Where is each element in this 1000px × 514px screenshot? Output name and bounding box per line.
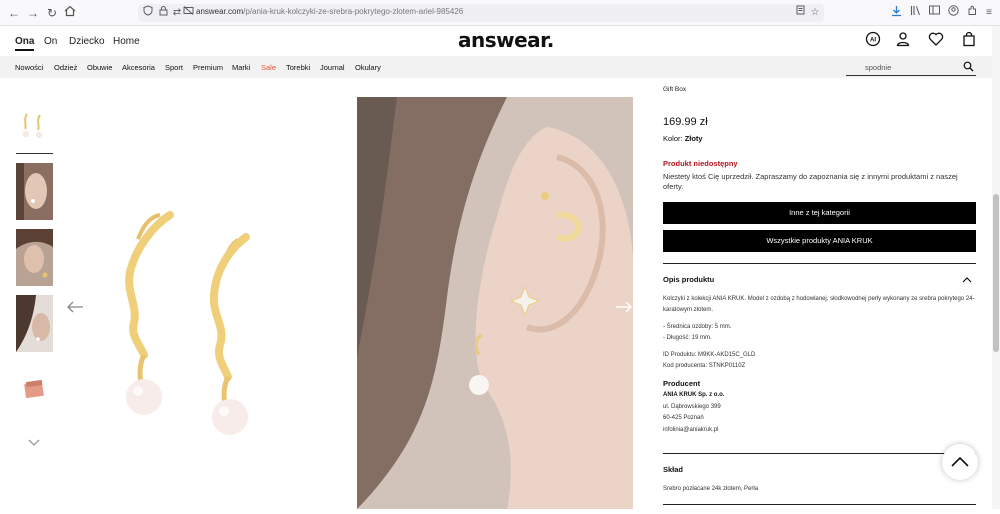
browser-toolbar: ← → ↻ ⇄ answear.com/p/ania-kruk-kolczyki… (0, 0, 1000, 26)
url-text: answear.com/p/ania-kruk-kolczyki-ze-sreb… (196, 7, 463, 16)
thumbnail-1[interactable] (16, 97, 53, 154)
lock-icon[interactable] (157, 5, 169, 21)
category-odziez[interactable]: Odzież (54, 63, 77, 72)
category-premium[interactable]: Premium (193, 63, 223, 72)
producer-city: 60-425 Poznań (663, 415, 704, 421)
gallery-next-arrow-icon[interactable] (615, 300, 633, 314)
scrollbar-thumb[interactable] (993, 194, 999, 352)
download-icon[interactable] (888, 5, 904, 21)
producer-title: Producent (663, 379, 701, 388)
description-spec-diameter: - Średnica ozdoby: 5 mm. (663, 324, 732, 330)
unavailable-title: Produkt niedostępny (663, 159, 738, 168)
gift-box-label: Gift Box (663, 86, 687, 93)
color-label: Kolor: (663, 134, 683, 143)
account-icon[interactable] (895, 31, 911, 47)
product-main-image[interactable] (67, 97, 356, 509)
composition-section-title[interactable]: Skład (663, 465, 683, 474)
site-header: Ona On Dziecko Home answear. AI (0, 26, 992, 56)
cart-bag-icon[interactable] (961, 31, 977, 47)
description-spec-length: - Długość: 19 mm. (663, 335, 712, 341)
url-path: /p/ania-kruk-kolczyki-ze-srebra-pokryteg… (243, 7, 464, 16)
thumbnail-2[interactable] (16, 163, 53, 220)
category-obuwie[interactable]: Obuwie (87, 63, 112, 72)
page-scrollbar[interactable] (992, 26, 1000, 509)
product-model-image[interactable] (357, 97, 633, 509)
address-bar[interactable]: ⇄ answear.com/p/ania-kruk-kolczyki-ze-sr… (138, 4, 824, 22)
camera-blocked-icon[interactable] (182, 5, 194, 21)
sidebar-icon[interactable] (926, 5, 942, 21)
thumbnail-5[interactable] (16, 361, 53, 418)
product-id: ID Produktu: M9KK-AKD15C_GLD (663, 352, 756, 358)
category-nowosci[interactable]: Nowości (15, 63, 43, 72)
category-journal[interactable]: Journal (320, 63, 345, 72)
search-placeholder: spodnie (865, 63, 892, 72)
library-icon[interactable] (907, 5, 923, 21)
tab-dziecko[interactable]: Dziecko (69, 36, 105, 47)
all-brand-products-button[interactable]: Wszystkie produkty ANIA KRUK (663, 230, 976, 252)
search-input[interactable]: spodnie (846, 59, 976, 76)
category-akcesoria[interactable]: Akcesoria (122, 63, 155, 72)
search-icon[interactable] (963, 61, 974, 72)
color-value: Złoty (684, 134, 703, 143)
category-torebki[interactable]: Torebki (286, 63, 310, 72)
divider (663, 504, 976, 505)
site-logo[interactable]: answear. (458, 28, 554, 52)
color-row: Kolor: Złoty (663, 134, 703, 143)
forward-icon[interactable]: → (25, 5, 41, 21)
thumbnail-4[interactable] (16, 295, 53, 352)
extensions-icon[interactable] (964, 5, 980, 21)
shield-icon[interactable] (142, 5, 154, 21)
ai-assistant-icon[interactable]: AI (865, 31, 881, 47)
producer-name: ANIA KRUK Sp. z o.o. (663, 390, 976, 401)
reload-icon[interactable]: ↻ (44, 5, 60, 21)
back-icon[interactable]: ← (6, 5, 22, 21)
home-icon[interactable] (62, 5, 78, 21)
url-domain: answear.com (196, 7, 244, 16)
category-sport[interactable]: Sport (165, 63, 183, 72)
tab-home[interactable]: Home (113, 36, 140, 47)
tab-ona[interactable]: Ona (15, 36, 35, 51)
menu-icon[interactable]: ≡ (981, 5, 997, 21)
unavailable-text: Niestety ktoś Cię uprzedził. Zapraszamy … (663, 172, 958, 191)
thumbnail-3[interactable] (16, 229, 53, 286)
category-marki[interactable]: Marki (232, 63, 250, 72)
reader-view-icon[interactable] (794, 5, 806, 21)
profile-icon[interactable] (945, 5, 961, 21)
chevron-up-large-icon (951, 456, 969, 467)
category-sale[interactable]: Sale (261, 63, 276, 72)
back-to-top-button[interactable] (942, 444, 978, 480)
divider (663, 263, 976, 264)
svg-text:AI: AI (870, 38, 876, 44)
manufacturer-code: Kod producenta: STNKP0110Z (663, 363, 746, 369)
bookmark-star-icon[interactable]: ☆ (809, 5, 821, 21)
chevron-up-icon[interactable] (962, 276, 972, 283)
tab-on[interactable]: On (44, 36, 57, 47)
composition-text: Srebro pozłacane 24k złotem, Perła (663, 486, 759, 492)
producer-street: ul. Dąbrowskiego 399 (663, 404, 721, 410)
category-okulary[interactable]: Okulary (355, 63, 381, 72)
other-category-button[interactable]: Inne z tej kategorii (663, 202, 976, 224)
category-nav: Nowości Odzież Obuwie Akcesoria Sport Pr… (0, 56, 992, 78)
divider (663, 453, 976, 454)
product-price: 169.99 zł (663, 116, 708, 128)
producer-email[interactable]: infolinia@aniakruk.pl (663, 425, 976, 436)
description-intro: Kolczyki z kolekcji ANIA KRUK. Model z o… (663, 296, 975, 313)
wishlist-heart-icon[interactable] (928, 31, 944, 47)
gallery-prev-arrow-icon[interactable] (66, 300, 84, 314)
producer-name-text: ANIA KRUK Sp. z o.o. (663, 392, 725, 398)
description-section-title[interactable]: Opis produktu (663, 275, 714, 284)
thumbnails-down-chevron-icon[interactable] (27, 438, 41, 448)
